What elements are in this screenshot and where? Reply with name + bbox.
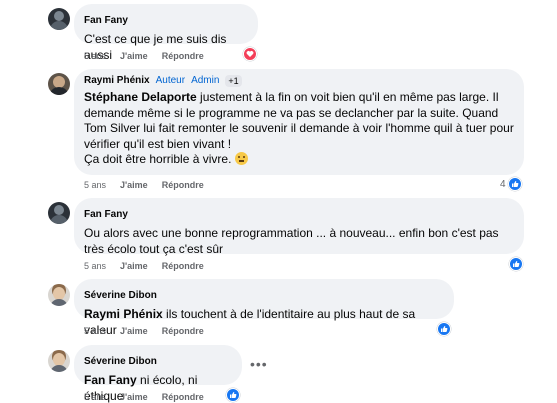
like-icon (226, 388, 240, 402)
like-button[interactable]: J'aime (120, 50, 148, 62)
reply-button[interactable]: Répondre (162, 50, 204, 62)
like-icon (507, 177, 522, 191)
more-badges[interactable]: +1 (225, 75, 242, 87)
mention-link[interactable]: Fan Fany (84, 373, 137, 387)
reply-button[interactable]: Répondre (162, 179, 204, 191)
comment-time[interactable]: 5 ans (84, 260, 106, 272)
comment-author[interactable]: Raymi Phénix (84, 75, 150, 87)
comment-author[interactable]: Fan Fany (84, 15, 128, 27)
heart-icon (243, 47, 257, 61)
comment-actions: 5 ans J'aime Répondre (84, 260, 204, 272)
comment-text: Ou alors avec une bonne reprogrammation … (84, 226, 499, 256)
reply-button[interactable]: Répondre (162, 325, 204, 337)
more-options-button[interactable]: ••• (250, 357, 268, 371)
comment-time[interactable]: 5 ans (84, 179, 106, 191)
comment-bubble: Raymi Phénix Auteur Admin +1 Stéphane De… (74, 69, 524, 175)
avatar[interactable] (48, 350, 70, 372)
like-button[interactable]: J'aime (120, 391, 148, 403)
like-icon (437, 322, 451, 336)
thinking-emoji-icon (234, 152, 248, 165)
reply-button[interactable]: Répondre (162, 391, 204, 403)
like-button[interactable]: J'aime (120, 325, 148, 337)
author-badge: Auteur (155, 75, 186, 86)
avatar[interactable] (48, 8, 70, 30)
reaction-badge[interactable] (243, 47, 257, 61)
comment-time[interactable]: 5 ans (84, 50, 106, 62)
comment-bubble: Fan Fany C'est ce que je me suis dis aus… (74, 4, 258, 62)
reply-button[interactable]: Répondre (162, 260, 204, 272)
reaction-badge[interactable] (437, 322, 451, 336)
reaction-badge[interactable] (226, 388, 240, 402)
comment-actions: 5 ans J'aime Répondre (84, 325, 204, 337)
avatar[interactable] (48, 284, 70, 306)
author-line: Raymi Phénix Auteur Admin +1 (84, 75, 514, 87)
mention-link[interactable]: Raymi Phénix (84, 307, 163, 321)
like-button[interactable]: J'aime (120, 179, 148, 191)
comment-bubble: Fan Fany Ou alors avec une bonne reprogr… (74, 198, 524, 256)
comment-author[interactable]: Séverine Dibon (84, 290, 157, 302)
admin-badge: Admin (191, 75, 220, 86)
reaction-count: 4 (500, 178, 506, 190)
mention-link[interactable]: Stéphane Delaporte (84, 90, 197, 104)
comment-actions: 5 ans J'aime Répondre (84, 179, 204, 191)
comment-time[interactable]: 5 ans (84, 391, 106, 403)
comment-time[interactable]: 5 ans (84, 325, 106, 337)
like-button[interactable]: J'aime (120, 260, 148, 272)
avatar[interactable] (48, 73, 70, 95)
reaction-badge[interactable] (509, 257, 523, 271)
comment-actions: 5 ans J'aime Répondre (84, 50, 204, 62)
comment-bubble: Séverine Dibon Raymi Phénix ils touchent… (74, 279, 454, 337)
comment-author[interactable]: Séverine Dibon (84, 356, 157, 368)
avatar[interactable] (48, 202, 70, 224)
comment-actions: 5 ans J'aime Répondre (84, 391, 204, 403)
reaction-badge[interactable]: 4 (500, 177, 522, 191)
comment-bubble: Séverine Dibon Fan Fany ni écolo, ni éth… (74, 345, 242, 403)
comment-author[interactable]: Fan Fany (84, 209, 128, 221)
comment-text: Stéphane Delaporte justement à la fin on… (84, 90, 514, 168)
like-icon (509, 257, 523, 271)
